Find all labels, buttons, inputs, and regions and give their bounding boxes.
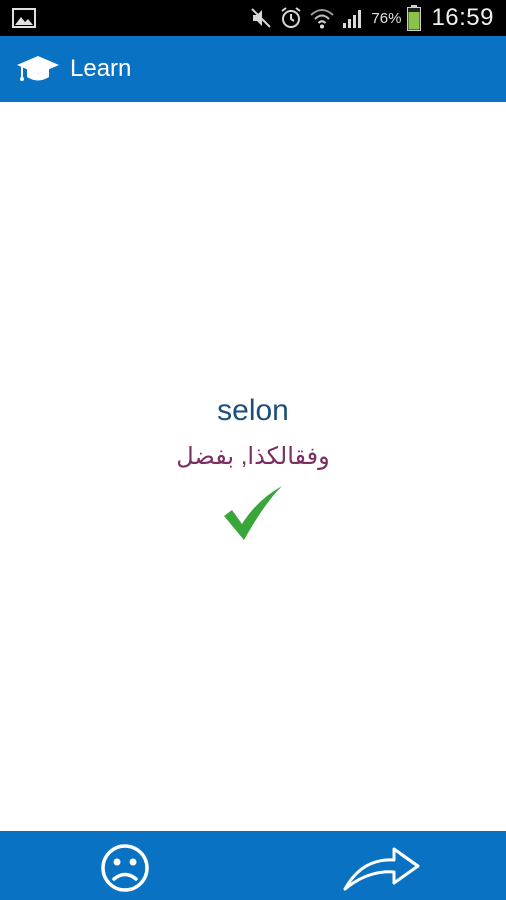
alarm-icon (281, 7, 302, 28)
gallery-notification-icon (12, 8, 36, 28)
bottom-bar (0, 831, 506, 900)
status-bar: 76% 16:59 (0, 0, 506, 36)
battery-icon (407, 5, 422, 31)
word-text: selon (217, 394, 289, 427)
sad-face-icon[interactable] (99, 842, 151, 894)
graduation-cap-icon[interactable] (16, 54, 60, 84)
mute-icon (251, 8, 272, 28)
wifi-icon (310, 9, 335, 29)
next-arrow-icon[interactable] (342, 846, 422, 892)
app-bar: Learn (0, 36, 506, 102)
checkmark-icon (224, 486, 282, 540)
app-title: Learn (70, 55, 132, 82)
clock: 16:59 (431, 4, 494, 31)
signal-icon (343, 10, 362, 28)
translation-text: وفقالكذا, بفضل (176, 443, 330, 470)
battery-percent: 76% (371, 9, 402, 27)
flashcard: selon وفقالكذا, بفضل (0, 102, 506, 831)
